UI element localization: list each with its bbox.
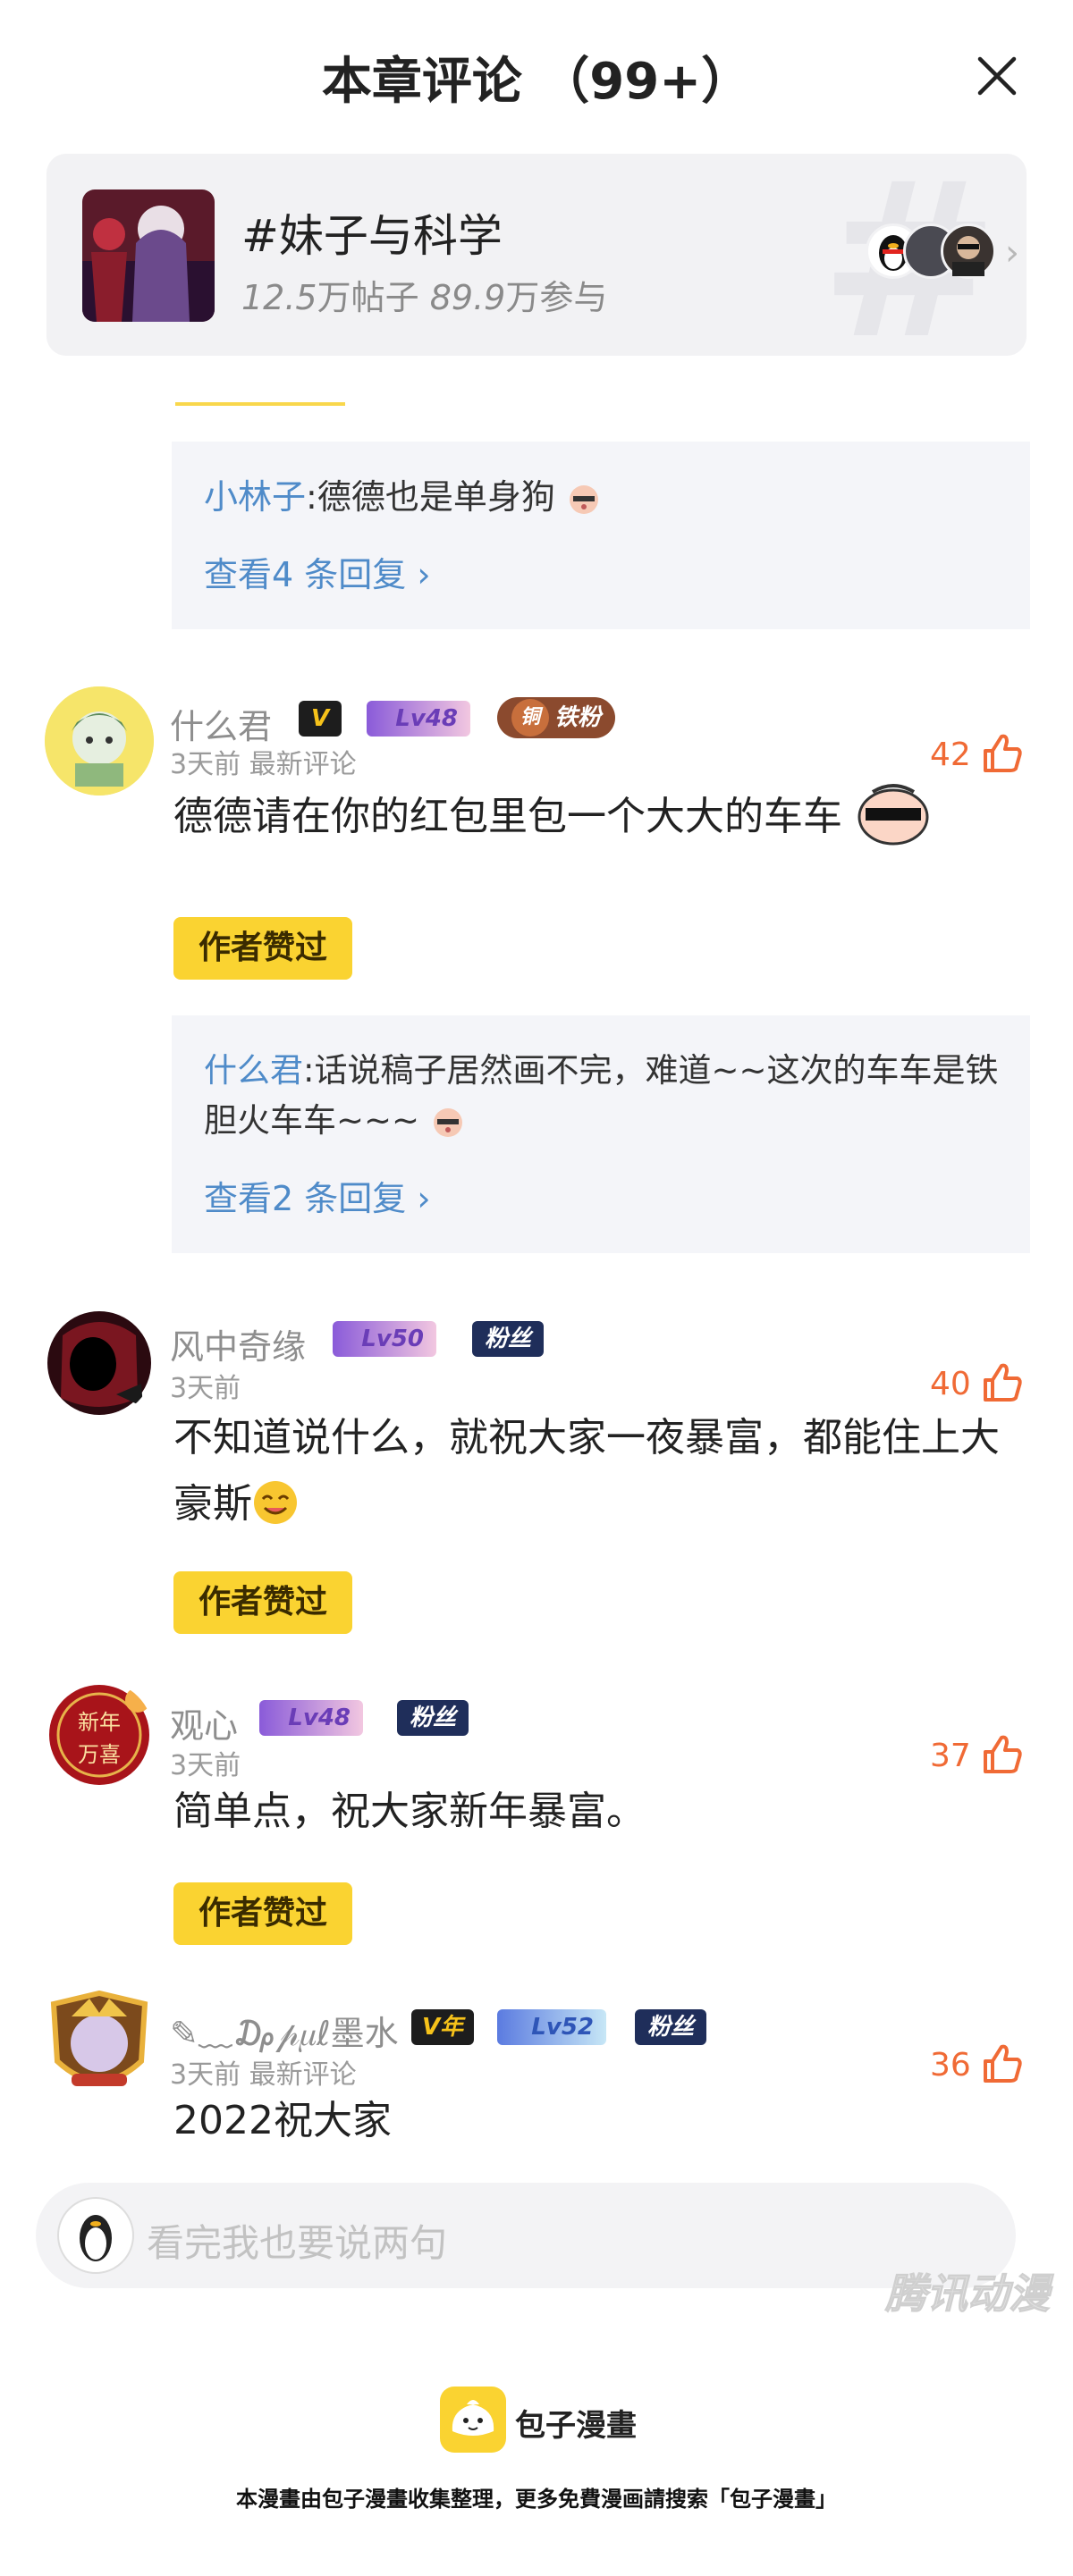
view-replies-link[interactable]: 查看4 条回复 › xyxy=(204,547,431,596)
avatar xyxy=(941,223,996,279)
level-badge: Lv48 xyxy=(367,701,470,737)
thumbs-up-icon[interactable] xyxy=(980,2041,1025,2086)
comment-time: 3天前 xyxy=(170,1373,241,1404)
penguin-avatar-icon xyxy=(57,2197,134,2274)
emoji-icon xyxy=(858,784,929,846)
comment-input[interactable]: 看完我也要说两句 xyxy=(36,2183,1016,2288)
comment-input-placeholder: 看完我也要说两句 xyxy=(147,2221,448,2265)
fan-badge: 铜铁粉 xyxy=(497,697,615,738)
avatar-text: 新年 万喜 xyxy=(70,1709,129,1768)
comment-username[interactable]: 风中奇缘 xyxy=(170,1319,306,1368)
author-liked-tag: 作者赞过 xyxy=(173,1571,352,1634)
topic-participants-count: 89.9 xyxy=(429,278,506,317)
fan-badge: 粉丝 xyxy=(472,1321,544,1357)
thumbs-up-icon[interactable] xyxy=(980,1360,1025,1405)
avatar[interactable] xyxy=(45,1309,154,1418)
reply-line: 小林子:德德也是单身狗 xyxy=(204,472,1009,522)
view-replies-link[interactable]: 查看2 条回复 › xyxy=(204,1171,431,1220)
comment-time: 3天前 xyxy=(170,1750,241,1781)
reply-text: :德德也是单身狗 xyxy=(306,477,555,517)
comment-time: 3天前 最新评论 xyxy=(170,2059,357,2091)
topic-name: #妹子与科学 xyxy=(241,210,503,262)
like-count[interactable]: 42 xyxy=(930,737,971,773)
footer-brand: 包子漫畫 xyxy=(515,2408,637,2444)
close-icon xyxy=(977,56,1017,96)
level-badge: Lv50 xyxy=(333,1321,436,1357)
avatar[interactable] xyxy=(45,686,154,796)
comment-time: 3天前 最新评论 xyxy=(170,749,357,780)
comment-text: 德德请在你的红包里包一个大大的车车 xyxy=(173,781,1032,850)
topic-cover-image xyxy=(82,189,215,322)
emoji-icon xyxy=(433,1108,462,1137)
topic-posts-count: 12.5 xyxy=(241,278,317,317)
emoji-icon xyxy=(254,1481,297,1524)
avatar[interactable] xyxy=(45,1990,154,2099)
fan-badge: 粉丝 xyxy=(635,2009,706,2045)
comment-text: 简单点，祝大家新年暴富。 xyxy=(173,1789,646,1834)
reply-preview[interactable]: 小林子:德德也是单身狗 查看4 条回复 › xyxy=(172,442,1030,629)
vip-badge: V xyxy=(299,701,342,737)
author-liked-tag: 作者赞过 xyxy=(173,917,352,980)
vip-badge: V年 xyxy=(411,2009,474,2045)
close-button[interactable] xyxy=(966,45,1028,107)
footer-note: 本漫畫由包子漫畫收集整理，更多免費漫画請搜索「包子漫畫」 xyxy=(236,2487,837,2512)
avatar-text-line: 新年 xyxy=(78,1710,121,1735)
thumbs-up-icon[interactable] xyxy=(980,1732,1025,1777)
participant-avatars xyxy=(866,223,1000,286)
fan-badge: 粉丝 xyxy=(397,1700,469,1736)
emoji-icon xyxy=(569,485,598,514)
reply-line: 什么君:话说稿子居然画不完，难道~~这次的车车是铁胆火车车~~~ xyxy=(204,1046,1009,1146)
divider-accent xyxy=(175,402,345,406)
chevron-right-icon: › xyxy=(1005,232,1019,274)
comment-username[interactable]: 观心 xyxy=(170,1698,238,1747)
reply-user[interactable]: 什么君 xyxy=(204,1051,303,1090)
header: 本章评论 （99+） xyxy=(0,0,1073,152)
copper-medal-icon: 铜 xyxy=(511,699,549,737)
fan-badge-label: 铁粉 xyxy=(553,704,601,731)
comment-username[interactable]: 什么君 xyxy=(170,699,272,748)
page-title: 本章评论 （99+） xyxy=(321,53,752,111)
like-count[interactable]: 36 xyxy=(930,2047,971,2084)
comment-text: 2022祝大家 xyxy=(173,2098,392,2143)
level-badge: Lv52 xyxy=(497,2009,606,2045)
watermark: 腾讯动漫 xyxy=(885,2269,1051,2319)
comment-username[interactable]: ✎﹏₯𝓅𝜇ℓ墨水 xyxy=(170,2006,399,2055)
comment-text: 不知道说什么，就祝大家一夜暴富，都能住上大豪斯 xyxy=(173,1405,1023,1537)
like-count[interactable]: 40 xyxy=(930,1366,971,1402)
author-liked-tag: 作者赞过 xyxy=(173,1882,352,1945)
reply-preview[interactable]: 什么君:话说稿子居然画不完，难道~~这次的车车是铁胆火车车~~~ 查看2 条回复… xyxy=(172,1015,1030,1253)
topic-posts-unit: 万帖子 xyxy=(317,278,419,317)
thumbs-up-icon[interactable] xyxy=(980,731,1025,776)
comment-text-content: 德德请在你的红包里包一个大大的车车 xyxy=(173,794,842,839)
topic-card[interactable]: # #妹子与科学 12.5万帖子 89.9万参与 › xyxy=(46,154,1027,356)
brand-logo-icon xyxy=(440,2387,506,2453)
reply-text: :话说稿子居然画不完，难道~~这次的车车是铁胆火车车~~~ xyxy=(204,1051,999,1140)
reply-user[interactable]: 小林子 xyxy=(204,477,306,517)
like-count[interactable]: 37 xyxy=(930,1738,971,1774)
level-badge: Lv48 xyxy=(259,1700,363,1736)
topic-stats: 12.5万帖子 89.9万参与 xyxy=(241,270,607,319)
topic-participants-unit: 万参与 xyxy=(505,278,608,317)
avatar-text-line: 万喜 xyxy=(78,1742,121,1767)
